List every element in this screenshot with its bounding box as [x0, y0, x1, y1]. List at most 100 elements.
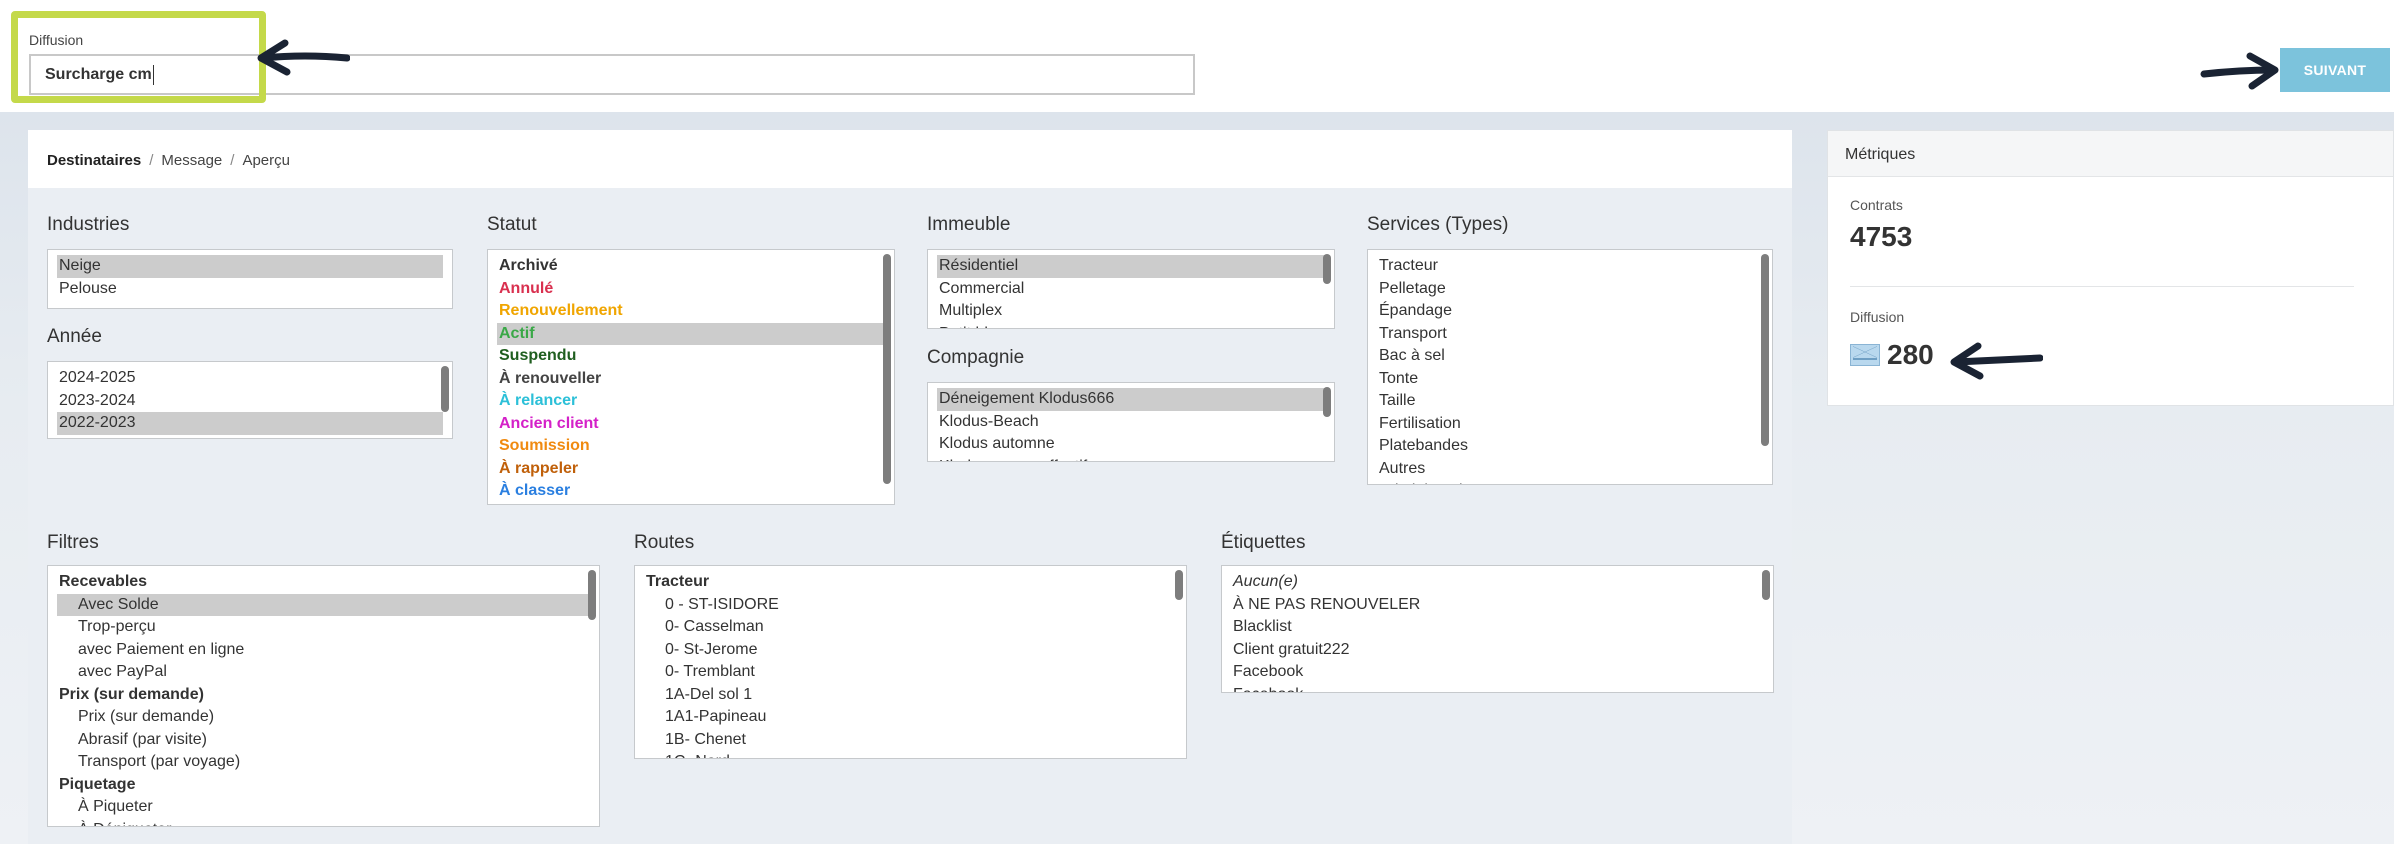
- services-title: Services (Types): [1367, 214, 1509, 235]
- filtres-option[interactable]: Prix (sur demande): [57, 684, 590, 707]
- services-option[interactable]: Tracteur: [1377, 255, 1763, 278]
- compagnie-option[interactable]: Déneigement Klodus666: [937, 388, 1325, 411]
- statut-option[interactable]: Renouvellement: [497, 300, 885, 323]
- industries-option[interactable]: Neige: [57, 255, 443, 278]
- routes-option[interactable]: 1A1-Papineau: [644, 706, 1177, 729]
- etiquettes-option[interactable]: Blacklist: [1231, 616, 1764, 639]
- statut-option[interactable]: Annulé: [497, 278, 885, 301]
- annee-option[interactable]: 2021-2022: [57, 435, 443, 439]
- services-option[interactable]: Épandage: [1377, 300, 1763, 323]
- services-option[interactable]: Transport: [1377, 323, 1763, 346]
- etiquettes-option[interactable]: Client gratuit222: [1231, 639, 1764, 662]
- routes-option[interactable]: 0- St-Jerome: [644, 639, 1177, 662]
- statut-option[interactable]: À relancer: [497, 390, 885, 413]
- statut-option[interactable]: Archivé: [497, 255, 885, 278]
- immeuble-option[interactable]: Multiplex: [937, 300, 1325, 323]
- industries-listbox[interactable]: Neige Pelouse: [47, 249, 453, 309]
- compagnie-option[interactable]: Klodus gazon effectif: [937, 456, 1325, 462]
- filtres-option[interactable]: À Dépiqueter: [57, 819, 590, 827]
- etiquettes-option[interactable]: Facebook: [1231, 661, 1764, 684]
- immeuble-option[interactable]: Résidentiel: [937, 255, 1325, 278]
- annee-option[interactable]: 2022-2023: [57, 412, 443, 435]
- statut-option[interactable]: À renouveller: [497, 368, 885, 391]
- filtres-scrollbar[interactable]: [588, 570, 596, 620]
- filtres-option[interactable]: avec Paiement en ligne: [57, 639, 590, 662]
- statut-listbox[interactable]: Archivé Annulé Renouvellement Actif Suspendu…: [487, 249, 895, 505]
- routes-option[interactable]: 1B- Chenet: [644, 729, 1177, 752]
- routes-option[interactable]: 0 - ST-ISIDORE: [644, 594, 1177, 617]
- annee-option[interactable]: 2023-2024: [57, 390, 443, 413]
- top-bar: Diffusion Surcharge cm SUIVANT: [0, 0, 2394, 112]
- metrics-title: Métriques: [1828, 131, 2393, 177]
- routes-option[interactable]: Tracteur: [644, 571, 1177, 594]
- compagnie-option[interactable]: Klodus-Beach: [937, 411, 1325, 434]
- compagnie-scrollbar[interactable]: [1323, 387, 1331, 417]
- diffusion-input-value: Surcharge cm: [45, 66, 152, 84]
- breadcrumb-message[interactable]: Message: [161, 152, 222, 169]
- diffusion-label: Diffusion: [29, 32, 84, 48]
- statut-scrollbar[interactable]: [883, 254, 891, 484]
- filtres-option[interactable]: Recevables: [57, 571, 590, 594]
- services-option[interactable]: Platebandes: [1377, 435, 1763, 458]
- services-scrollbar[interactable]: [1761, 254, 1769, 446]
- compagnie-option[interactable]: Klodus automne: [937, 433, 1325, 456]
- services-listbox[interactable]: Tracteur Pelletage Épandage Transport Bac à …: [1367, 249, 1773, 485]
- etiquettes-scrollbar[interactable]: [1762, 570, 1770, 600]
- next-button[interactable]: SUIVANT: [2280, 48, 2390, 92]
- diffusion-metric-value: 280: [1887, 339, 1934, 370]
- compagnie-listbox[interactable]: Déneigement Klodus666 Klodus-Beach Klodus …: [927, 382, 1335, 462]
- recipients-panel: Destinataires / Message / Aperçu Industries …: [28, 130, 1792, 844]
- immeuble-listbox[interactable]: RésidentielCommercialMultiplexPetit bloc: [927, 249, 1335, 329]
- routes-option[interactable]: 1A-Del sol 1: [644, 684, 1177, 707]
- filtres-listbox[interactable]: Recevables Avec Solde Trop-perçu avec Paiem…: [47, 565, 600, 827]
- annee-listbox[interactable]: 2024-20252023-20242022-20232021-2022: [47, 361, 453, 439]
- filtres-option[interactable]: À Piqueter: [57, 796, 590, 819]
- statut-title: Statut: [487, 214, 537, 235]
- annee-option[interactable]: 2024-2025: [57, 367, 443, 390]
- diffusion-metric: 280: [1850, 339, 1934, 371]
- etiquettes-option[interactable]: Aucun(e): [1231, 571, 1764, 594]
- filtres-option[interactable]: Trop-perçu: [57, 616, 590, 639]
- filtres-option[interactable]: Avec Solde: [57, 593, 590, 616]
- breadcrumb-apercu[interactable]: Aperçu: [242, 152, 290, 169]
- services-option[interactable]: Tonte: [1377, 368, 1763, 391]
- immeuble-option[interactable]: Commercial: [937, 278, 1325, 301]
- etiquettes-title: Étiquettes: [1221, 532, 1306, 553]
- immeuble-option[interactable]: Petit bloc: [937, 323, 1325, 329]
- statut-option[interactable]: À classer: [497, 480, 885, 503]
- routes-option[interactable]: 0- Casselman: [644, 616, 1177, 639]
- filtres-title: Filtres: [47, 532, 99, 553]
- filtres-option[interactable]: avec PayPal: [57, 661, 590, 684]
- statut-option[interactable]: Suspendu: [497, 345, 885, 368]
- diffusion-name-input[interactable]: Surcharge cm: [29, 54, 1195, 95]
- statut-option[interactable]: Ancien client: [497, 413, 885, 436]
- routes-listbox[interactable]: Tracteur 0 - ST-ISIDORE 0- Casselman 0- St-…: [634, 565, 1187, 759]
- filtres-option[interactable]: Abrasif (par visite): [57, 729, 590, 752]
- compagnie-title: Compagnie: [927, 347, 1025, 368]
- services-option[interactable]: Taille: [1377, 390, 1763, 413]
- etiquettes-listbox[interactable]: Aucun(e) À NE PAS RENOUVELER Blacklist Clie…: [1221, 565, 1774, 693]
- statut-option[interactable]: Soumission: [497, 435, 885, 458]
- industries-option[interactable]: Pelouse: [57, 278, 443, 301]
- breadcrumb-separator: /: [230, 152, 235, 169]
- filtres-option[interactable]: Transport (par voyage): [57, 751, 590, 774]
- services-option[interactable]: Fertilisation: [1377, 413, 1763, 436]
- filtres-option[interactable]: Piquetage: [57, 774, 590, 797]
- statut-option[interactable]: À rappeler: [497, 458, 885, 481]
- immeuble-scrollbar[interactable]: [1323, 254, 1331, 284]
- services-option[interactable]: Autres: [1377, 458, 1763, 481]
- etiquettes-option[interactable]: À NE PAS RENOUVELER: [1231, 594, 1764, 617]
- industries-title: Industries: [47, 214, 130, 235]
- services-option[interactable]: Pelletage: [1377, 278, 1763, 301]
- etiquettes-option[interactable]: Facebook: [1231, 684, 1764, 693]
- filtres-option[interactable]: Prix (sur demande): [57, 706, 590, 729]
- breadcrumb: Destinataires / Message / Aperçu: [28, 130, 1792, 188]
- routes-option[interactable]: 1C- Nord: [644, 751, 1177, 758]
- services-option[interactable]: Bac à sel: [1377, 345, 1763, 368]
- statut-option[interactable]: À rappeler: [497, 503, 885, 505]
- annee-scrollbar[interactable]: [441, 366, 449, 412]
- routes-scrollbar[interactable]: [1175, 570, 1183, 600]
- statut-option[interactable]: Actif: [497, 322, 885, 345]
- routes-option[interactable]: 0- Tremblant: [644, 661, 1177, 684]
- services-option[interactable]: Administration: [1377, 480, 1763, 484]
